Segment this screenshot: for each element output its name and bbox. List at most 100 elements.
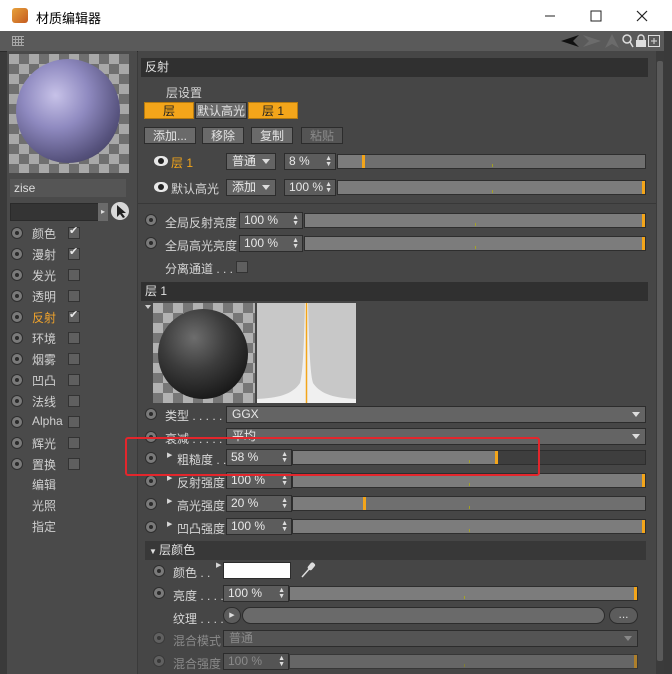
channel-checkbox[interactable] [68,269,80,281]
animate-radio[interactable] [153,565,165,577]
texture-browse-button[interactable]: ... [609,607,638,624]
bump-strength-slider[interactable] [292,519,646,534]
animate-radio[interactable] [11,415,23,428]
paste-layer-button[interactable]: 粘贴 [301,127,343,144]
search-arrow-icon[interactable]: ▸ [98,203,108,221]
lock-icon[interactable] [634,33,648,49]
channel-checkbox[interactable] [68,245,80,260]
visibility-eye-icon[interactable] [154,182,168,192]
animate-radio[interactable] [11,226,23,239]
specular-strength-field[interactable]: 20 % ▲ ▼ [226,495,292,512]
blend-mode-dropdown[interactable]: 普通 [223,630,638,647]
layer-name[interactable]: 层 1 [171,154,193,171]
type-dropdown[interactable]: GGX [226,406,646,423]
animate-radio[interactable] [145,237,157,249]
blend-strength-field[interactable]: 100 % ▲ ▼ [223,653,289,670]
texture-slot[interactable] [242,607,605,624]
channel-item[interactable]: 反射 [7,306,137,327]
scrollbar-thumb[interactable] [657,61,663,661]
pick-cursor-button[interactable] [111,202,129,220]
layer-color-header[interactable]: ▼ 层颜色 [145,541,646,560]
channel-checkbox[interactable] [68,374,80,386]
animate-radio[interactable] [11,289,23,302]
layer-opacity-field[interactable]: 8 % ▲ ▼ [284,153,336,170]
channel-checkbox[interactable] [68,332,80,344]
animate-radio[interactable] [11,247,23,260]
channel-item[interactable]: Alpha [7,411,137,432]
channel-extra-item[interactable]: 指定 [32,518,56,535]
layer-blend-mode-dropdown[interactable]: 普通 [226,153,276,170]
vertical-scrollbar[interactable] [656,51,664,674]
global-specular-field[interactable]: 100 % ▲ ▼ [239,235,303,252]
animate-radio[interactable] [11,352,23,365]
add-window-icon[interactable] [647,33,661,49]
animate-radio[interactable] [145,475,157,487]
channel-item[interactable]: 法线 [7,390,137,411]
tab-default-specular[interactable]: 默认高光 [195,102,247,119]
channel-extra-item[interactable]: 光照 [32,497,56,514]
global-reflection-slider[interactable] [304,213,646,228]
animate-radio[interactable] [11,310,23,323]
remove-layer-button[interactable]: 移除 [202,127,244,144]
specular-strength-slider[interactable] [292,496,646,511]
collapse-arrow-icon[interactable] [145,305,151,309]
tab-layer-1[interactable]: 层 1 [248,102,298,119]
channel-item[interactable]: 烟雾 [7,348,137,369]
expand-arrow-icon[interactable]: ▶ [216,561,221,569]
channel-checkbox[interactable] [68,353,80,365]
animate-radio[interactable] [145,521,157,533]
channel-checkbox[interactable] [68,290,80,302]
maximize-button[interactable] [573,0,619,31]
material-preview[interactable] [9,54,129,173]
add-layer-button[interactable]: 添加... [144,127,196,144]
expand-arrow-icon[interactable]: ▶ [167,497,172,505]
tab-layer[interactable]: 层 [144,102,194,119]
animate-radio[interactable] [145,214,157,226]
channel-search-input[interactable] [10,203,99,221]
forward-arrow-icon[interactable] [582,33,602,49]
blend-strength-slider[interactable] [289,654,638,669]
channel-extra-item[interactable]: 编辑 [32,476,56,493]
material-name-field[interactable]: zise [10,179,126,197]
channel-item[interactable]: 环境 [7,327,137,348]
channel-item[interactable]: 置换 [7,453,137,474]
channel-checkbox[interactable] [68,224,80,239]
channel-item[interactable]: 漫射 [7,243,137,264]
color-swatch[interactable] [223,562,291,579]
minimize-button[interactable] [527,0,573,31]
animate-radio[interactable] [153,587,165,599]
channel-item[interactable]: 发光 [7,264,137,285]
layer-opacity-field[interactable]: 100 % ▲ ▼ [284,179,336,196]
animate-radio[interactable] [145,498,157,510]
channel-checkbox[interactable] [68,458,80,470]
channel-checkbox[interactable] [68,437,80,449]
expand-arrow-icon[interactable]: ▶ [167,520,172,528]
animate-radio[interactable] [11,268,23,281]
animate-radio[interactable] [153,632,165,644]
animate-radio[interactable] [11,457,23,470]
layer-name[interactable]: 默认高光 [171,180,219,197]
channel-item[interactable]: 颜色 [7,222,137,243]
layer-opacity-slider[interactable] [337,154,646,169]
animate-radio[interactable] [11,331,23,344]
channel-item[interactable]: 凹凸 [7,369,137,390]
collapse-arrow-icon[interactable]: ▼ [149,547,159,556]
global-reflection-field[interactable]: 100 % ▲ ▼ [239,212,303,229]
back-arrow-icon[interactable] [560,33,580,49]
channel-checkbox[interactable] [68,416,80,428]
texture-expand-button[interactable]: ▶ [223,607,241,624]
channel-checkbox[interactable] [68,395,80,407]
bump-strength-field[interactable]: 100 % ▲ ▼ [226,518,292,535]
animate-radio[interactable] [11,436,23,449]
animate-radio[interactable] [11,394,23,407]
visibility-eye-icon[interactable] [154,156,168,166]
animate-radio[interactable] [145,408,157,420]
channel-checkbox[interactable] [68,308,80,323]
layer-opacity-slider[interactable] [337,180,646,195]
up-arrow-icon[interactable] [604,33,620,49]
copy-layer-button[interactable]: 复制 [251,127,293,144]
eyedropper-icon[interactable] [300,561,316,582]
layer-blend-mode-dropdown[interactable]: 添加 [226,179,276,196]
brightness-field[interactable]: 100 % ▲ ▼ [223,585,289,602]
channel-item[interactable]: 辉光 [7,432,137,453]
